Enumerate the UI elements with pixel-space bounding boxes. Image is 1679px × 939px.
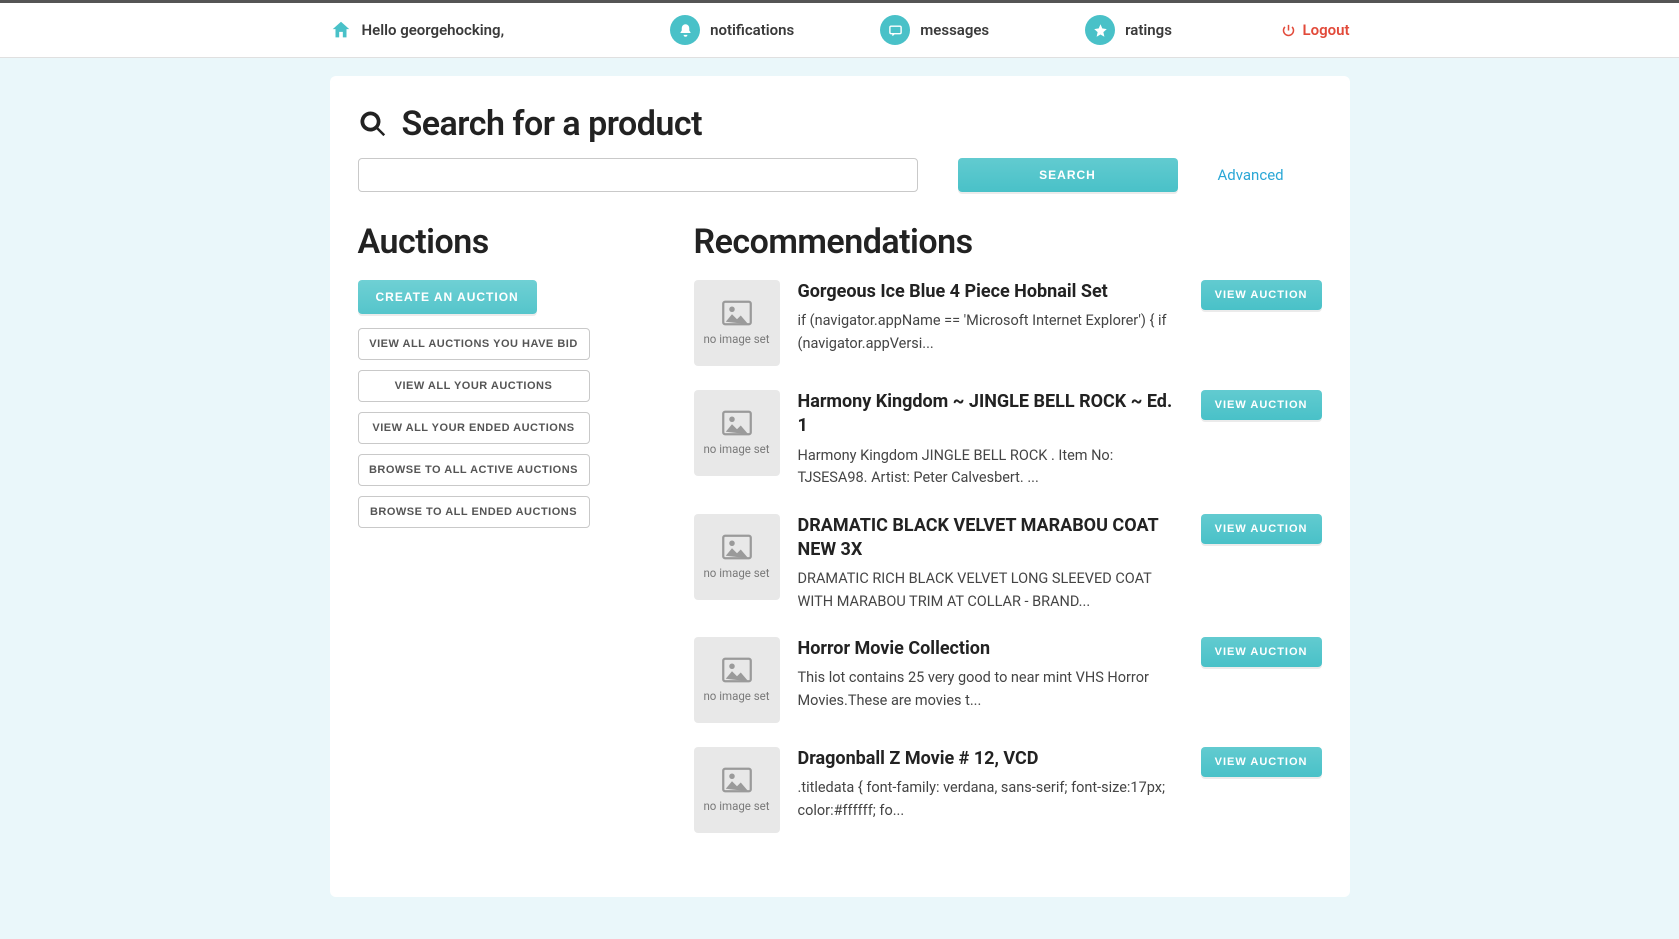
item-thumbnail[interactable]: no image set [694, 280, 780, 366]
auction-nav-button[interactable]: VIEW ALL AUCTIONS YOU HAVE BID [358, 328, 590, 360]
no-image-label: no image set [703, 689, 769, 703]
item-title[interactable]: Horror Movie Collection [798, 637, 1173, 661]
search-input[interactable] [358, 158, 918, 192]
no-image-label: no image set [703, 566, 769, 580]
view-auction-button[interactable]: View Auction [1201, 637, 1322, 667]
auctions-heading: Auctions [358, 222, 658, 262]
home-icon[interactable] [330, 19, 352, 41]
item-description: DRAMATIC RICH BLACK VELVET LONG SLEEVED … [798, 568, 1173, 613]
nav-label: ratings [1125, 21, 1172, 39]
no-image-label: no image set [703, 799, 769, 813]
item-description: Harmony Kingdom JINGLE BELL ROCK . Item … [798, 445, 1173, 490]
item-description: .titledata { font-family: verdana, sans-… [798, 777, 1173, 822]
main-panel: Search for a product Search Advanced Auc… [330, 76, 1350, 897]
create-auction-button[interactable]: Create an Auction [358, 280, 537, 314]
nav-messages[interactable]: messages [880, 15, 989, 45]
power-icon [1281, 23, 1296, 38]
image-placeholder-icon [722, 410, 752, 436]
advanced-search-link[interactable]: Advanced [1218, 166, 1284, 184]
item-title[interactable]: DRAMATIC BLACK VELVET MARABOU COAT NEW 3… [798, 514, 1173, 563]
nav-ratings[interactable]: ratings [1085, 15, 1172, 45]
recommendation-item: no image set Dragonball Z Movie # 12, VCD… [694, 747, 1322, 833]
recommendation-item: no image set Gorgeous Ice Blue 4 Piece Ho… [694, 280, 1322, 366]
no-image-label: no image set [703, 332, 769, 346]
top-navbar: Hello georgehocking, notifications messa… [0, 0, 1679, 58]
greeting-text: Hello georgehocking, [362, 21, 505, 39]
auction-nav-button[interactable]: VIEW ALL YOUR AUCTIONS [358, 370, 590, 402]
nav-label: notifications [710, 21, 794, 39]
magnifier-icon [358, 109, 388, 139]
item-title[interactable]: Dragonball Z Movie # 12, VCD [798, 747, 1173, 771]
auction-nav-button[interactable]: VIEW ALL YOUR ENDED AUCTIONS [358, 412, 590, 444]
item-description: if (navigator.appName == 'Microsoft Inte… [798, 310, 1173, 355]
recommendations-heading: Recommendations [694, 222, 1322, 262]
view-auction-button[interactable]: View Auction [1201, 514, 1322, 544]
image-placeholder-icon [722, 657, 752, 683]
item-title[interactable]: Gorgeous Ice Blue 4 Piece Hobnail Set [798, 280, 1173, 304]
chat-icon [880, 15, 910, 45]
nav-notifications[interactable]: notifications [670, 15, 794, 45]
nav-label: messages [920, 21, 989, 39]
item-thumbnail[interactable]: no image set [694, 637, 780, 723]
logout-label: Logout [1302, 21, 1349, 39]
item-description: This lot contains 25 very good to near m… [798, 667, 1173, 712]
image-placeholder-icon [722, 534, 752, 560]
greeting: Hello georgehocking, [330, 19, 505, 41]
recommendation-item: no image set Harmony Kingdom ~ JINGLE BEL… [694, 390, 1322, 490]
view-auction-button[interactable]: View Auction [1201, 390, 1322, 420]
view-auction-button[interactable]: View Auction [1201, 747, 1322, 777]
item-thumbnail[interactable]: no image set [694, 514, 780, 600]
bell-icon [670, 15, 700, 45]
recommendation-item: no image set DRAMATIC BLACK VELVET MARABO… [694, 514, 1322, 614]
auction-nav-button[interactable]: BROWSE TO ALL ACTIVE AUCTIONS [358, 454, 590, 486]
search-heading: Search for a product [402, 104, 703, 144]
auction-nav-button[interactable]: BROWSE TO ALL ENDED AUCTIONS [358, 496, 590, 528]
view-auction-button[interactable]: View Auction [1201, 280, 1322, 310]
logout-link[interactable]: Logout [1281, 21, 1349, 39]
item-thumbnail[interactable]: no image set [694, 747, 780, 833]
image-placeholder-icon [722, 767, 752, 793]
item-title[interactable]: Harmony Kingdom ~ JINGLE BELL ROCK ~ Ed.… [798, 390, 1173, 439]
recommendation-item: no image set Horror Movie Collection This … [694, 637, 1322, 723]
search-button[interactable]: Search [958, 158, 1178, 192]
item-thumbnail[interactable]: no image set [694, 390, 780, 476]
image-placeholder-icon [722, 300, 752, 326]
no-image-label: no image set [703, 442, 769, 456]
star-icon [1085, 15, 1115, 45]
